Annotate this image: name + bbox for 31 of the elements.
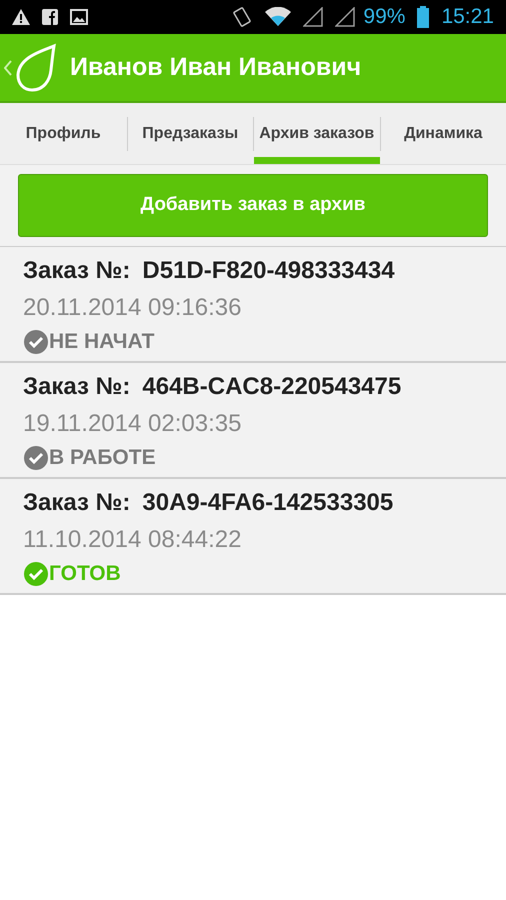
- order-date: 20.11.2014 09:16:36: [23, 293, 242, 323]
- order-date: 19.11.2014 02:03:35: [23, 409, 242, 439]
- order-row[interactable]: Заказ №: 464B-CAC8-220543475 19.11.2014 02:03:35 В РАБОТЕ: [0, 363, 506, 479]
- order-status: ГОТОВ: [49, 561, 121, 587]
- tab[interactable]: Профиль: [0, 103, 126, 164]
- order-label: Заказ №:: [23, 372, 130, 402]
- order-number: 464B-CAC8-220543475: [142, 372, 402, 402]
- order-label: Заказ №:: [23, 256, 130, 286]
- warning-icon: [12, 9, 30, 25]
- back-button[interactable]: [4, 42, 58, 92]
- order-date: 11.10.2014 08:44:22: [23, 525, 242, 555]
- order-label: Заказ №:: [23, 488, 130, 518]
- image-icon: [70, 9, 88, 25]
- order-status: НЕ НАЧАТ: [49, 329, 154, 355]
- wifi-icon: [265, 7, 292, 27]
- header-title: Иванов Иван Иванович: [70, 52, 362, 83]
- clock: 15:21: [441, 4, 494, 30]
- order-row[interactable]: Заказ №: D51D-F820-498333434 20.11.2014 09:16:36 НЕ НАЧАТ: [0, 247, 506, 363]
- order-number: 30A9-4FA6-142533305: [142, 488, 394, 518]
- order-number: D51D-F820-498333434: [142, 256, 395, 286]
- tab[interactable]: Предзаказы: [128, 103, 253, 164]
- signal-icon: [303, 7, 324, 27]
- leaf-icon: [14, 42, 58, 92]
- signal-icon: [335, 7, 356, 27]
- back-icon: [4, 60, 12, 76]
- facebook-icon: [42, 9, 58, 25]
- order-row[interactable]: Заказ №: 30A9-4FA6-142533305 11.10.2014 08:44:22 ГОТОВ: [0, 479, 506, 595]
- tab[interactable]: Динамика: [380, 103, 506, 164]
- battery-icon: [417, 6, 430, 28]
- battery-percent: 99%: [363, 4, 406, 30]
- order-status: В РАБОТЕ: [49, 445, 156, 471]
